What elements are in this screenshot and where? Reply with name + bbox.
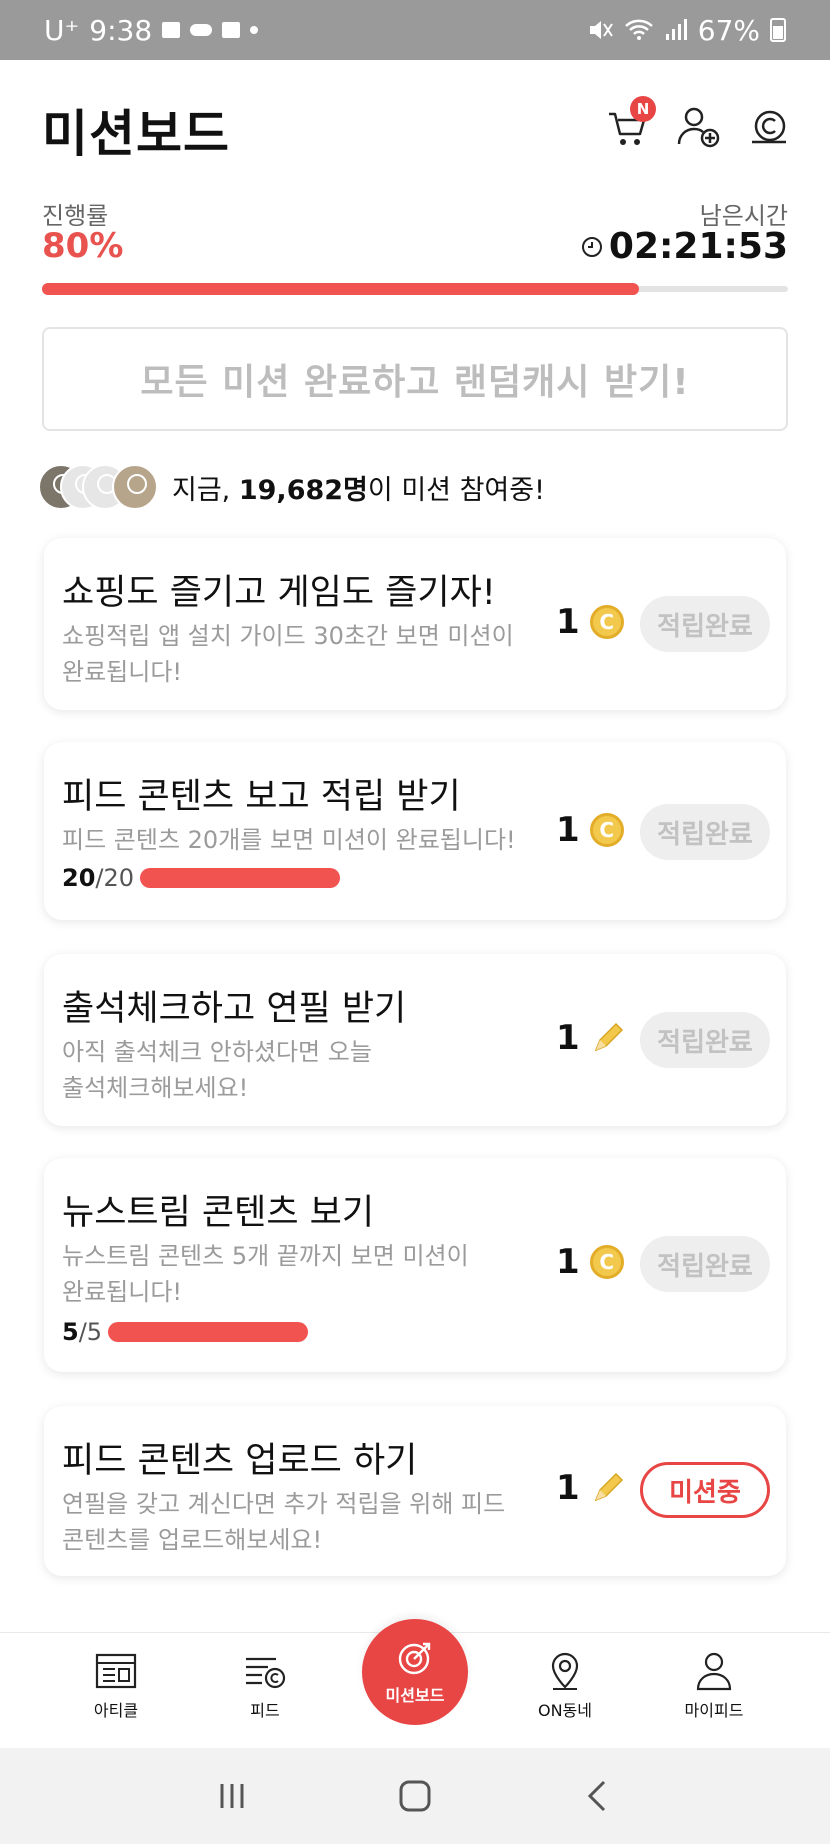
progress-bar	[42, 283, 788, 295]
mission-card[interactable]: 뉴스트림 콘텐츠 보기 뉴스트림 콘텐츠 5개 끝까지 보면 미션이 완료됩니다…	[44, 1158, 786, 1372]
mission-status-button[interactable]: 적립완료	[640, 1236, 770, 1292]
progress-total: /5	[78, 1318, 103, 1346]
mission-description: 연필을 갖고 계신다면 추가 적립을 위해 피드 콘텐츠를 업로드해보세요!	[62, 1490, 506, 1554]
avatar-group	[38, 464, 158, 510]
add-friend-button[interactable]	[676, 104, 722, 150]
nav-my-feed[interactable]: 마이피드	[654, 1651, 774, 1721]
nav-on-dongne[interactable]: ON동네	[505, 1651, 625, 1721]
wifi-icon	[624, 19, 653, 40]
coin-icon: C	[589, 1245, 624, 1279]
nav-label: 미션보드	[385, 1686, 445, 1705]
mission-reward: 1	[556, 1018, 626, 1058]
participants-count: 19,682명	[238, 474, 368, 506]
mission-reward: 1	[556, 1468, 626, 1508]
mission-card[interactable]: 출석체크하고 연필 받기 아직 출석체크 안하셨다면 오늘 출석체크해보세요! …	[44, 954, 786, 1126]
mission-title: 출석체크하고 연필 받기	[62, 989, 407, 1029]
status-bar: U⁺ 9:38 67%	[0, 0, 830, 60]
nav-label: 마이피드	[684, 1701, 744, 1720]
nav-feed[interactable]: 피드	[205, 1651, 325, 1721]
pill-icon	[190, 24, 213, 36]
mission-title: 피드 콘텐츠 업로드 하기	[62, 1441, 418, 1481]
reward-amount: 1	[556, 1468, 580, 1508]
nav-label: ON동네	[537, 1701, 592, 1720]
progress-done: 20	[62, 864, 96, 892]
notification-icon	[222, 22, 241, 38]
carrier-label: U⁺	[44, 13, 80, 47]
article-icon	[95, 1653, 137, 1689]
system-nav-bar	[0, 1748, 830, 1844]
mission-status-button[interactable]: 적립완료	[640, 1012, 770, 1068]
participants-suffix: 이 미션 참여중!	[367, 474, 545, 506]
participants-prefix: 지금,	[172, 474, 239, 506]
nav-article[interactable]: 아티클	[56, 1651, 176, 1721]
nav-mission-board[interactable]: 미션보드	[362, 1619, 468, 1725]
avatar	[112, 464, 158, 510]
recent-apps-icon[interactable]	[214, 1778, 250, 1814]
mission-description: 쇼핑적립 앱 설치 가이드 30초간 보면 미션이 완료됩니다!	[62, 622, 514, 686]
notification-icon	[162, 22, 181, 38]
new-badge: N	[630, 96, 656, 122]
reward-amount: 1	[556, 1242, 580, 1282]
cash-button[interactable]	[746, 104, 792, 150]
progress-total: /20	[95, 864, 135, 892]
clock-icon	[581, 236, 602, 257]
remaining-time-value: 02:21:53	[608, 226, 788, 267]
mission-reward: 1 C	[556, 810, 624, 850]
back-icon[interactable]	[580, 1778, 616, 1814]
complete-all-banner[interactable]: 모든 미션 완료하고 랜덤캐시 받기!	[42, 327, 788, 431]
participants-text: 지금, 19,682명이 미션 참여중!	[172, 468, 545, 507]
more-notifications-icon	[250, 26, 259, 34]
coin-icon: C	[589, 605, 624, 639]
reward-amount: 1	[556, 810, 580, 850]
target-icon	[398, 1642, 431, 1675]
mission-status-button[interactable]: 적립완료	[640, 804, 770, 860]
battery-percent: 67%	[697, 13, 760, 47]
mission-card[interactable]: 피드 콘텐츠 보고 적립 받기 피드 콘텐츠 20개를 보면 미션이 완료됩니다…	[44, 742, 786, 920]
cash-coin-icon	[752, 110, 786, 144]
signal-icon	[665, 19, 687, 40]
mission-title: 쇼핑도 즐기고 게임도 즐기자!	[62, 573, 496, 613]
person-icon	[696, 1652, 732, 1691]
mission-progress: 20/20	[62, 864, 341, 892]
mission-description: 뉴스트림 콘텐츠 5개 끝까지 보면 미션이 완료됩니다!	[62, 1242, 469, 1306]
mission-title: 피드 콘텐츠 보고 적립 받기	[62, 777, 461, 817]
mission-progress-bar	[108, 1322, 309, 1342]
bottom-nav: 아티클 피드 미션보드 ON동네 마이피드	[0, 1619, 830, 1748]
pencil-icon	[594, 1022, 623, 1052]
mission-card[interactable]: 피드 콘텐츠 업로드 하기 연필을 갖고 계신다면 추가 적립을 위해 피드 콘…	[44, 1406, 786, 1576]
participants-row: 지금, 19,682명이 미션 참여중!	[38, 462, 545, 512]
mission-title: 뉴스트림 콘텐츠 보기	[62, 1193, 375, 1233]
mission-reward: 1 C	[556, 1242, 624, 1282]
add-user-icon	[677, 107, 720, 148]
home-icon[interactable]	[397, 1778, 433, 1814]
clock: 9:38	[89, 13, 153, 47]
mission-progress-bar	[140, 868, 341, 888]
mission-card[interactable]: 쇼핑도 즐기고 게임도 즐기자! 쇼핑적립 앱 설치 가이드 30초간 보면 미…	[44, 538, 786, 710]
mission-description: 피드 콘텐츠 20개를 보면 미션이 완료됩니다!	[62, 826, 516, 854]
reward-amount: 1	[556, 1018, 580, 1058]
battery-icon	[770, 18, 786, 42]
coin-icon: C	[589, 813, 624, 847]
mission-status-button[interactable]: 적립완료	[640, 596, 770, 652]
feed-icon	[246, 1657, 286, 1689]
pencil-icon	[594, 1472, 623, 1502]
progress-bar-fill	[42, 283, 639, 295]
mission-progress: 5/5	[62, 1318, 309, 1346]
progress-value: 80%	[42, 226, 124, 266]
remaining-time: 02:21:53	[581, 226, 788, 267]
nav-label: 피드	[250, 1701, 280, 1720]
header: 미션보드 N	[0, 60, 830, 190]
cart-button[interactable]: N	[606, 96, 656, 150]
mission-in-progress-button[interactable]: 미션중	[640, 1462, 770, 1518]
progress-done: 5	[62, 1318, 79, 1346]
mission-description: 아직 출석체크 안하셨다면 오늘 출석체크해보세요!	[62, 1038, 372, 1102]
page-title: 미션보드	[42, 105, 230, 163]
reward-amount: 1	[556, 602, 580, 642]
nav-label: 아티클	[93, 1701, 139, 1720]
location-pin-icon	[551, 1652, 579, 1690]
mission-reward: 1 C	[556, 602, 624, 642]
mute-icon	[589, 21, 613, 39]
